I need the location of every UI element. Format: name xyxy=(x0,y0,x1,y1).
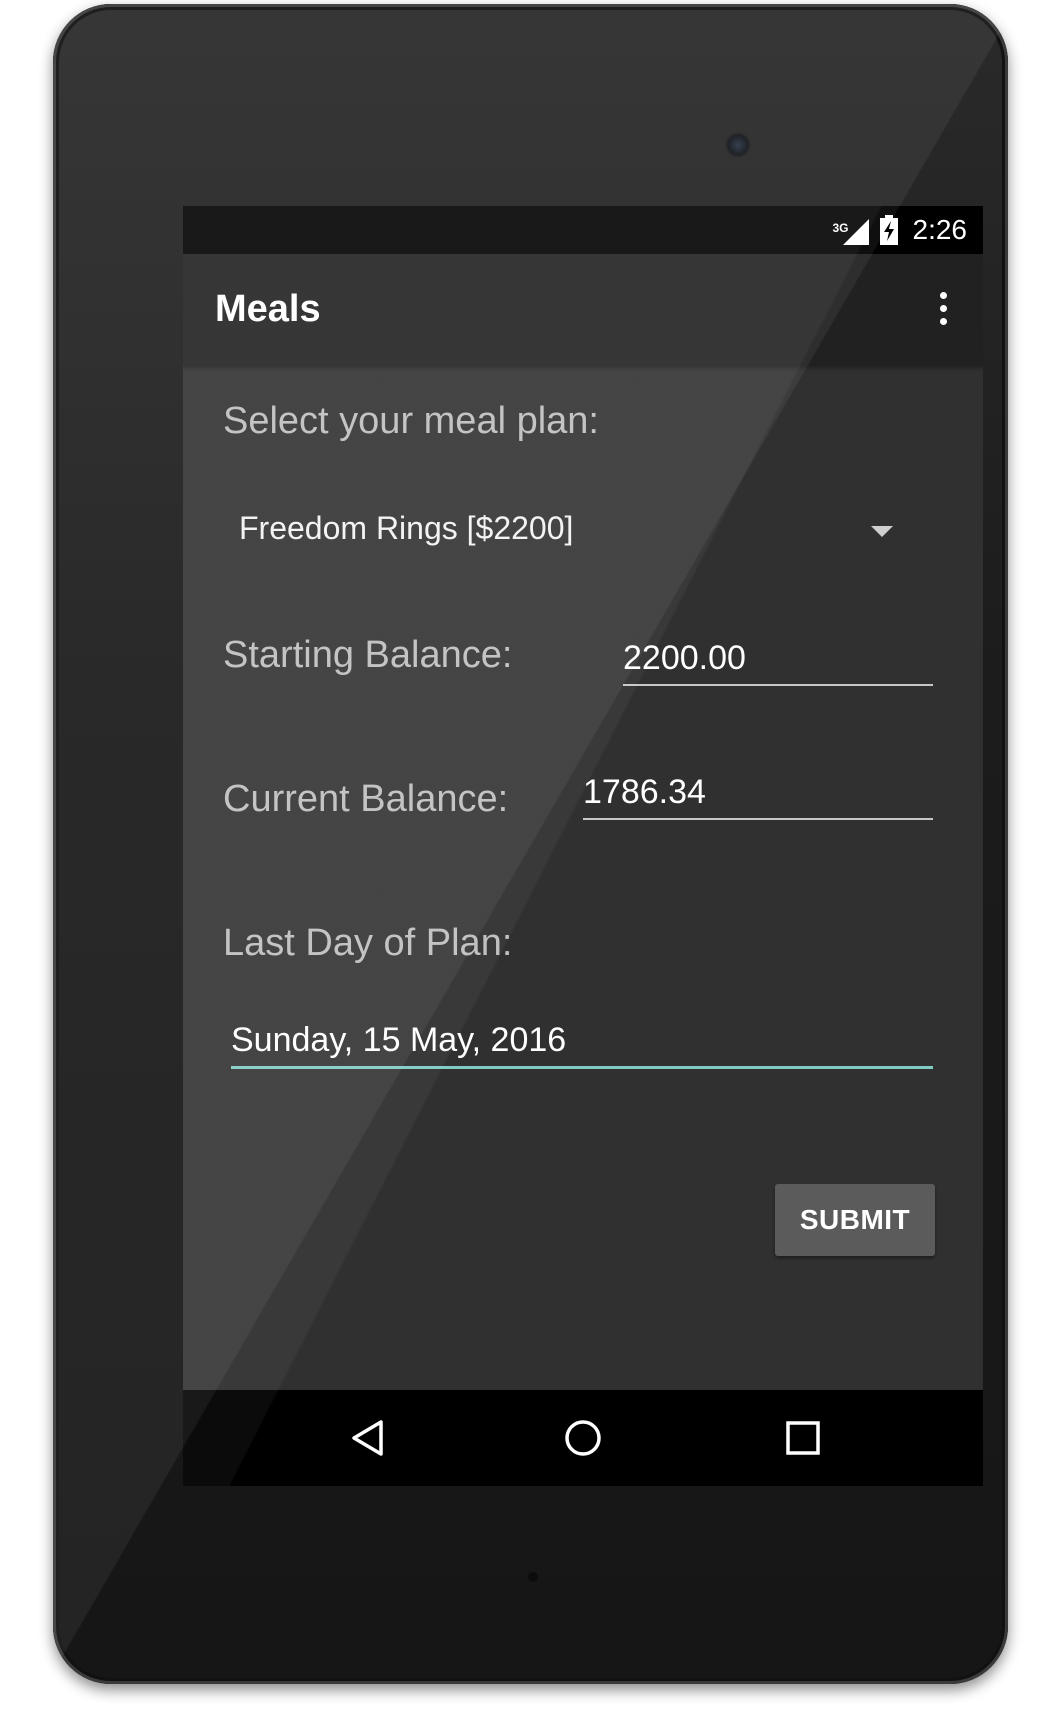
overflow-menu-icon[interactable] xyxy=(931,284,955,332)
status-bar: 3G 2:26 xyxy=(183,206,983,254)
starting-balance-label: Starting Balance: xyxy=(223,634,513,676)
dropdown-arrow-icon xyxy=(871,526,893,537)
last-day-value: Sunday, 15 May, 2016 xyxy=(231,1021,567,1059)
signal-icon: 3G xyxy=(833,215,869,245)
current-balance-value: 1786.34 xyxy=(583,773,706,811)
last-day-date-field[interactable]: Sunday, 15 May, 2016 xyxy=(231,996,933,1069)
back-icon[interactable] xyxy=(343,1414,391,1462)
meal-plan-spinner[interactable]: Freedom Rings [$2200] xyxy=(223,496,893,566)
navigation-bar xyxy=(183,1390,983,1486)
microphone-dot xyxy=(528,1572,538,1582)
battery-charging-icon xyxy=(879,215,899,245)
app-bar: Meals xyxy=(183,254,983,366)
tablet-device-frame: 3G 2:26 Meals Select your meal plan: Fre… xyxy=(53,4,1008,1684)
app-screen: 3G 2:26 Meals Select your meal plan: Fre… xyxy=(183,206,983,1486)
submit-button[interactable]: SUBMIT xyxy=(775,1184,935,1256)
app-title: Meals xyxy=(215,288,321,330)
current-balance-label: Current Balance: xyxy=(223,778,509,820)
starting-balance-value: 2200.00 xyxy=(623,639,746,677)
status-clock: 2:26 xyxy=(912,214,968,245)
meal-plan-selected-value: Freedom Rings [$2200] xyxy=(239,510,574,546)
recents-icon[interactable] xyxy=(779,1414,827,1462)
meal-plan-label: Select your meal plan: xyxy=(223,400,599,442)
current-balance-field[interactable]: 1786.34 xyxy=(583,748,933,820)
starting-balance-field[interactable]: 2200.00 xyxy=(623,614,933,686)
home-icon[interactable] xyxy=(559,1414,607,1462)
front-camera xyxy=(727,134,749,156)
last-day-label: Last Day of Plan: xyxy=(223,922,513,964)
status-icons: 3G 2:26 xyxy=(833,206,968,254)
